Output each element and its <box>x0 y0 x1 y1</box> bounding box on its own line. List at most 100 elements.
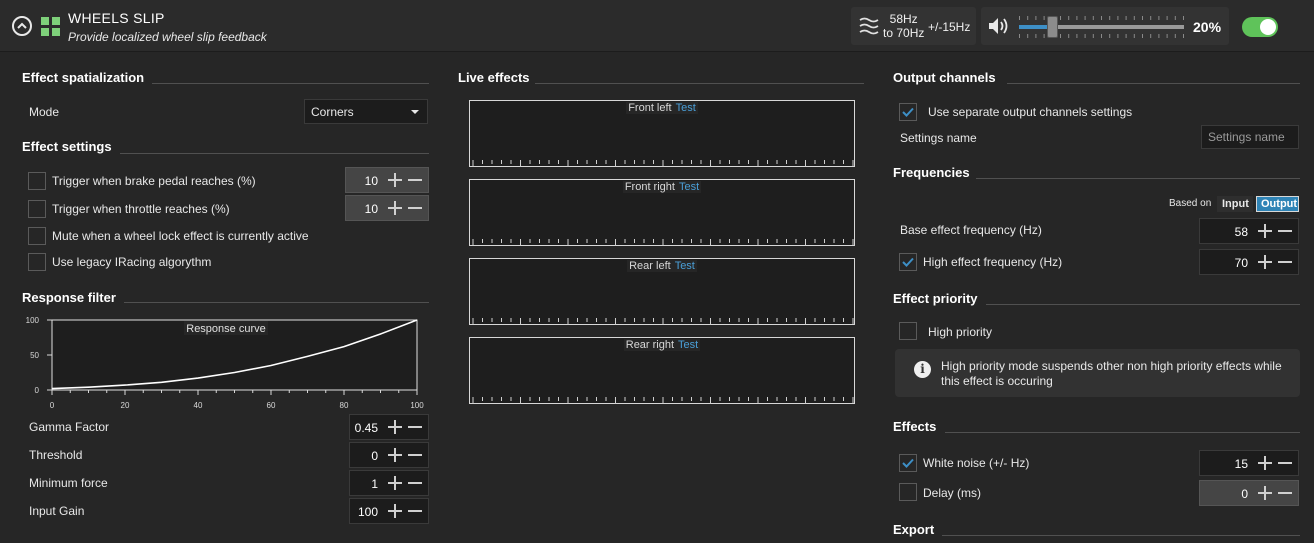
minus-icon[interactable] <box>408 448 422 462</box>
separate-output-checkbox[interactable] <box>899 103 917 121</box>
stepper-value: 0.45 <box>354 421 378 435</box>
volume-control: 20% <box>981 7 1229 45</box>
collapse-button[interactable] <box>12 16 32 36</box>
test-link[interactable]: Test <box>676 339 701 351</box>
based-on-input-button[interactable]: Input <box>1217 196 1253 212</box>
plus-icon[interactable] <box>388 448 402 462</box>
effect-subtitle: Provide localized wheel slip feedback <box>68 30 267 44</box>
throttle-trigger-stepper[interactable]: 10 <box>345 195 429 221</box>
plus-icon[interactable] <box>388 173 402 187</box>
settings-name-label: Settings name <box>900 131 977 145</box>
stepper-value: 15 <box>1234 457 1248 471</box>
effect-enabled-toggle[interactable] <box>1242 17 1278 37</box>
test-link[interactable]: Test <box>672 260 697 272</box>
legacy-iracing-label: Use legacy IRacing algorythm <box>52 255 212 269</box>
grid-icon <box>41 17 60 36</box>
test-link[interactable]: Test <box>676 181 702 193</box>
section-divider <box>120 153 429 154</box>
plus-icon[interactable] <box>1258 224 1272 238</box>
minus-icon[interactable] <box>1278 486 1292 500</box>
gamma-factor-label: Gamma Factor <box>29 420 110 434</box>
section-divider <box>1007 83 1300 84</box>
stepper-value: 0 <box>1241 487 1248 501</box>
section-title-output-channels: Output channels <box>893 70 996 85</box>
y-tick-label: 0 <box>35 386 40 395</box>
minus-icon[interactable] <box>1278 224 1292 238</box>
mode-dropdown[interactable]: Corners <box>304 99 428 124</box>
volume-slider[interactable] <box>1019 16 1184 38</box>
stepper-value: 10 <box>364 174 378 188</box>
minus-icon[interactable] <box>408 504 422 518</box>
white-noise-checkbox[interactable] <box>899 454 917 472</box>
mute-wheel-lock-checkbox[interactable] <box>28 227 46 245</box>
throttle-trigger-checkbox[interactable] <box>28 200 46 218</box>
delay-checkbox[interactable] <box>899 483 917 501</box>
live-effect-rear-left: Rear left Test <box>469 258 855 325</box>
plus-icon[interactable] <box>1258 255 1272 269</box>
volume-slider-thumb[interactable] <box>1047 16 1058 38</box>
stepper-value: 58 <box>1234 225 1248 239</box>
minus-icon[interactable] <box>408 201 422 215</box>
checkmark-icon <box>902 107 914 117</box>
plus-icon[interactable] <box>388 420 402 434</box>
plus-icon[interactable] <box>1258 456 1272 470</box>
channel-name: Front right <box>622 181 677 193</box>
frequency-variation: +/-15Hz <box>928 20 971 34</box>
input-gain-stepper[interactable]: 100 <box>349 498 429 524</box>
live-effect-front-left: Front left Test <box>469 100 855 167</box>
live-effect-front-right: Front right Test <box>469 179 855 246</box>
stepper-value: 100 <box>357 505 378 519</box>
minus-icon[interactable] <box>1278 456 1292 470</box>
test-link[interactable]: Test <box>673 102 698 114</box>
plus-icon[interactable] <box>388 504 402 518</box>
brake-trigger-checkbox[interactable] <box>28 172 46 190</box>
threshold-stepper[interactable]: 0 <box>349 442 429 468</box>
plus-icon[interactable] <box>1258 486 1272 500</box>
mode-dropdown-value: Corners <box>311 105 354 119</box>
white-noise-stepper[interactable]: 15 <box>1199 450 1299 476</box>
high-frequency-label: High effect frequency (Hz) <box>923 255 1063 269</box>
minus-icon[interactable] <box>408 420 422 434</box>
chevron-up-icon <box>17 22 27 29</box>
based-on-output-button[interactable]: Output <box>1256 196 1299 212</box>
high-priority-label: High priority <box>928 325 993 339</box>
minus-icon[interactable] <box>408 173 422 187</box>
live-effect-rear-right: Rear right Test <box>469 337 855 404</box>
time-axis-ticks <box>472 318 854 325</box>
gamma-factor-stepper[interactable]: 0.45 <box>349 414 429 440</box>
minus-icon[interactable] <box>408 476 422 490</box>
plus-icon[interactable] <box>388 476 402 490</box>
base-frequency-stepper[interactable]: 58 <box>1199 218 1299 244</box>
stepper-value: 1 <box>371 477 378 491</box>
plus-icon[interactable] <box>388 201 402 215</box>
minus-icon[interactable] <box>1278 255 1292 269</box>
section-title-effect-priority: Effect priority <box>893 291 978 306</box>
high-priority-checkbox[interactable] <box>899 322 917 340</box>
volume-percent: 20% <box>1193 19 1222 35</box>
separate-output-label: Use separate output channels settings <box>928 105 1133 119</box>
delay-stepper[interactable]: 0 <box>1199 480 1299 506</box>
high-frequency-checkbox[interactable] <box>899 253 917 271</box>
x-tick-label: 100 <box>410 401 424 410</box>
time-axis-ticks <box>472 160 854 167</box>
high-frequency-stepper[interactable]: 70 <box>1199 249 1299 275</box>
chart-title: Response curve <box>186 323 266 335</box>
settings-name-input[interactable] <box>1202 126 1298 148</box>
settings-name-field[interactable] <box>1201 125 1299 149</box>
frequency-summary[interactable]: 58Hz to 70Hz +/-15Hz <box>851 7 976 45</box>
info-icon <box>914 361 931 378</box>
x-tick-label: 80 <box>340 401 349 410</box>
based-on-label: Based on <box>1169 198 1212 209</box>
wave-icon <box>859 17 879 35</box>
response-curve-chart: 0 20 40 60 80 100 100 50 0 Response curve <box>26 316 425 410</box>
white-noise-label: White noise (+/- Hz) <box>923 456 1030 470</box>
toggle-knob <box>1260 19 1276 35</box>
x-tick-label: 40 <box>194 401 203 410</box>
effect-header: WHEELS SLIP Provide localized wheel slip… <box>0 0 1314 52</box>
input-gain-label: Input Gain <box>29 504 85 518</box>
legacy-iracing-checkbox[interactable] <box>28 253 46 271</box>
minimum-force-stepper[interactable]: 1 <box>349 470 429 496</box>
brake-trigger-stepper[interactable]: 10 <box>345 167 429 193</box>
speaker-icon[interactable] <box>988 17 1010 35</box>
caret-down-icon <box>411 110 419 114</box>
